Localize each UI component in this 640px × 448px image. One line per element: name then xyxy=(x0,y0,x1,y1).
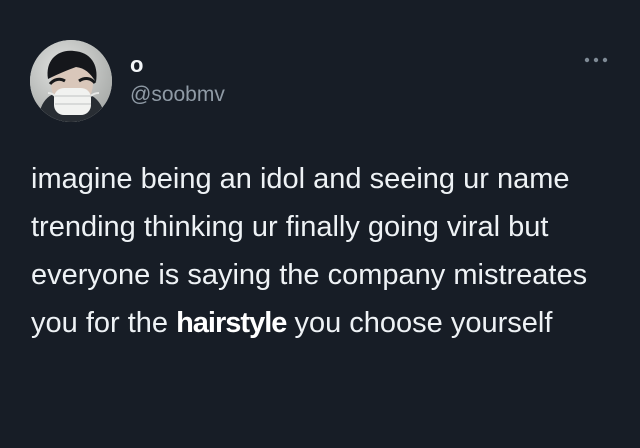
tweet-card: o @soobmv imagine being an idol and seei… xyxy=(0,0,640,448)
profile-photo-icon xyxy=(30,40,112,122)
author-handle[interactable]: @soobmv xyxy=(130,84,225,105)
tweet-text: imagine being an idol and seeing ur name… xyxy=(31,155,621,347)
author-display-name[interactable]: o xyxy=(130,54,143,76)
highlighted-word: hairstyle xyxy=(176,307,287,339)
more-options-icon[interactable] xyxy=(582,52,610,68)
profile-avatar[interactable] xyxy=(30,40,112,122)
tweet-text-end: you choose yourself xyxy=(286,307,553,339)
